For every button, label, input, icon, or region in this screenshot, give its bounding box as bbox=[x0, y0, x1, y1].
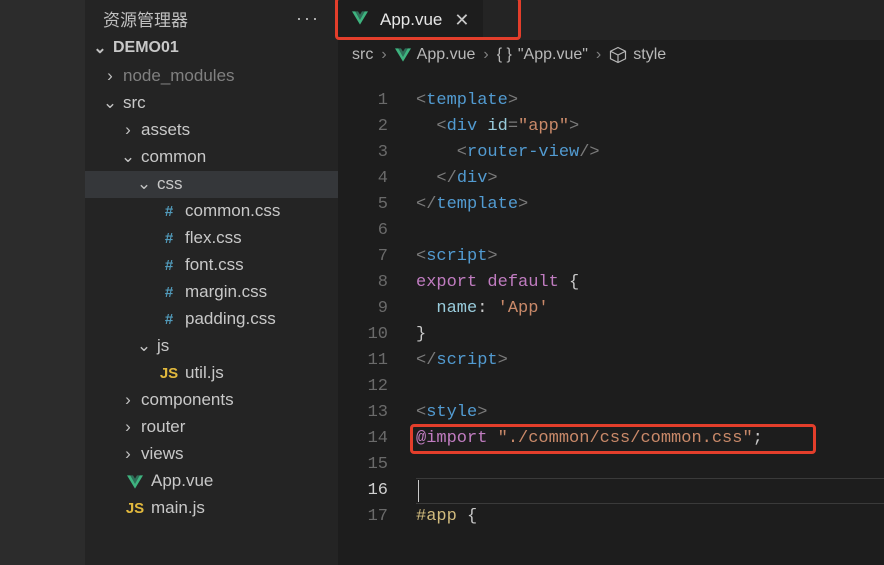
tree-item[interactable]: ›views bbox=[85, 441, 338, 468]
tree-item-label: util.js bbox=[185, 360, 224, 386]
tree-item[interactable]: ⌄common bbox=[85, 144, 338, 171]
line-number: 4 bbox=[338, 166, 388, 192]
chevron-icon: › bbox=[121, 117, 135, 143]
explorer-section[interactable]: ⌄ DEMO01 bbox=[85, 35, 338, 61]
tree-item[interactable]: ›components bbox=[85, 387, 338, 414]
breadcrumb-item[interactable]: src bbox=[352, 46, 373, 64]
chevron-right-icon: › bbox=[381, 46, 386, 64]
line-number: 8 bbox=[338, 270, 388, 296]
chevron-icon: › bbox=[121, 441, 135, 467]
tree-item[interactable]: ⌄css bbox=[85, 171, 338, 198]
section-name: DEMO01 bbox=[113, 39, 179, 57]
tree-item[interactable]: main.js bbox=[85, 495, 338, 522]
vue-icon bbox=[125, 474, 145, 490]
chevron-icon: ⌄ bbox=[137, 171, 151, 197]
js-icon bbox=[125, 497, 145, 520]
breadcrumb-item[interactable]: App.vue bbox=[395, 46, 476, 64]
line-number: 14 bbox=[338, 426, 388, 452]
css-icon bbox=[159, 200, 179, 223]
line-number: 10 bbox=[338, 322, 388, 348]
activity-bar bbox=[0, 0, 85, 565]
tree-item[interactable]: font.css bbox=[85, 252, 338, 279]
breadcrumb-item[interactable]: style bbox=[609, 46, 666, 64]
tree-item[interactable]: ⌄js bbox=[85, 333, 338, 360]
css-icon bbox=[159, 281, 179, 304]
line-gutter: 1234567891011121314151617 bbox=[338, 88, 416, 530]
tree-item-label: font.css bbox=[185, 252, 244, 278]
explorer-header: 资源管理器 ··· bbox=[85, 2, 338, 35]
line-number: 15 bbox=[338, 452, 388, 478]
tree-item[interactable]: ›assets bbox=[85, 117, 338, 144]
tree-item-label: padding.css bbox=[185, 306, 276, 332]
js-icon bbox=[159, 362, 179, 385]
line-number: 6 bbox=[338, 218, 388, 244]
line-number: 5 bbox=[338, 192, 388, 218]
chevron-icon: ⌄ bbox=[103, 90, 117, 116]
tree-item-label: flex.css bbox=[185, 225, 242, 251]
line-number: 13 bbox=[338, 400, 388, 426]
tree-item-label: views bbox=[141, 441, 184, 467]
tree-item-label: App.vue bbox=[151, 468, 213, 494]
line-number: 3 bbox=[338, 140, 388, 166]
tree-item-label: assets bbox=[141, 117, 190, 143]
tree-item-label: router bbox=[141, 414, 185, 440]
tree-item-label: common bbox=[141, 144, 206, 170]
line-number: 7 bbox=[338, 244, 388, 270]
chevron-icon: › bbox=[103, 63, 117, 89]
tab-filename: App.vue bbox=[380, 10, 442, 30]
tree-item-label: common.css bbox=[185, 198, 280, 224]
tree-item-label: margin.css bbox=[185, 279, 267, 305]
chevron-icon: ⌄ bbox=[137, 333, 151, 359]
editor-area: App.vue ✕ src › App.vue › { } "App.vue" … bbox=[338, 0, 884, 565]
css-icon bbox=[159, 308, 179, 331]
tree-item[interactable]: ›router bbox=[85, 414, 338, 441]
current-line-highlight bbox=[416, 478, 884, 504]
explorer-sidebar: 资源管理器 ··· ⌄ DEMO01 ›node_modules⌄src›ass… bbox=[85, 0, 338, 565]
line-number: 2 bbox=[338, 114, 388, 140]
chevron-icon: ⌄ bbox=[121, 144, 135, 170]
tab-bar: App.vue ✕ bbox=[338, 0, 884, 40]
breadcrumb-item[interactable]: { } "App.vue" bbox=[497, 46, 588, 64]
more-icon[interactable]: ··· bbox=[296, 8, 320, 29]
explorer-title: 资源管理器 bbox=[103, 6, 188, 31]
text-cursor bbox=[418, 480, 419, 502]
code-content[interactable]: <template> <div id="app"> <router-view/>… bbox=[416, 88, 884, 530]
tree-item[interactable]: padding.css bbox=[85, 306, 338, 333]
chevron-icon: › bbox=[121, 387, 135, 413]
tab-app-vue[interactable]: App.vue ✕ bbox=[338, 0, 483, 40]
tree-item[interactable]: flex.css bbox=[85, 225, 338, 252]
tree-item-label: js bbox=[157, 333, 169, 359]
breadcrumb[interactable]: src › App.vue › { } "App.vue" › style bbox=[338, 40, 884, 70]
line-number: 11 bbox=[338, 348, 388, 374]
braces-icon: { } bbox=[497, 46, 512, 64]
chevron-right-icon: › bbox=[483, 46, 488, 64]
chevron-right-icon: › bbox=[596, 46, 601, 64]
tree-item-label: node_modules bbox=[123, 63, 235, 89]
tree-item[interactable]: App.vue bbox=[85, 468, 338, 495]
line-number: 12 bbox=[338, 374, 388, 400]
tree-item-label: main.js bbox=[151, 495, 205, 521]
tree-item[interactable]: margin.css bbox=[85, 279, 338, 306]
css-icon bbox=[159, 227, 179, 250]
code-editor[interactable]: 1234567891011121314151617 <template> <di… bbox=[338, 70, 884, 530]
line-number: 9 bbox=[338, 296, 388, 322]
tree-item-label: src bbox=[123, 90, 146, 116]
tree-item[interactable]: common.css bbox=[85, 198, 338, 225]
tree-item[interactable]: ⌄ src bbox=[85, 90, 338, 117]
file-tree: ›node_modules⌄src›assets⌄common⌄csscommo… bbox=[85, 61, 338, 522]
css-icon bbox=[159, 254, 179, 277]
tree-item[interactable]: ›node_modules bbox=[85, 63, 338, 90]
tree-item-label: components bbox=[141, 387, 234, 413]
line-number: 17 bbox=[338, 504, 388, 530]
tree-item-label: css bbox=[157, 171, 183, 197]
chevron-down-icon: ⌄ bbox=[93, 38, 107, 58]
chevron-icon: › bbox=[121, 414, 135, 440]
vue-icon bbox=[352, 10, 368, 31]
line-number: 16 bbox=[338, 478, 388, 504]
tree-item[interactable]: util.js bbox=[85, 360, 338, 387]
line-number: 1 bbox=[338, 88, 388, 114]
close-icon[interactable]: ✕ bbox=[454, 10, 469, 31]
